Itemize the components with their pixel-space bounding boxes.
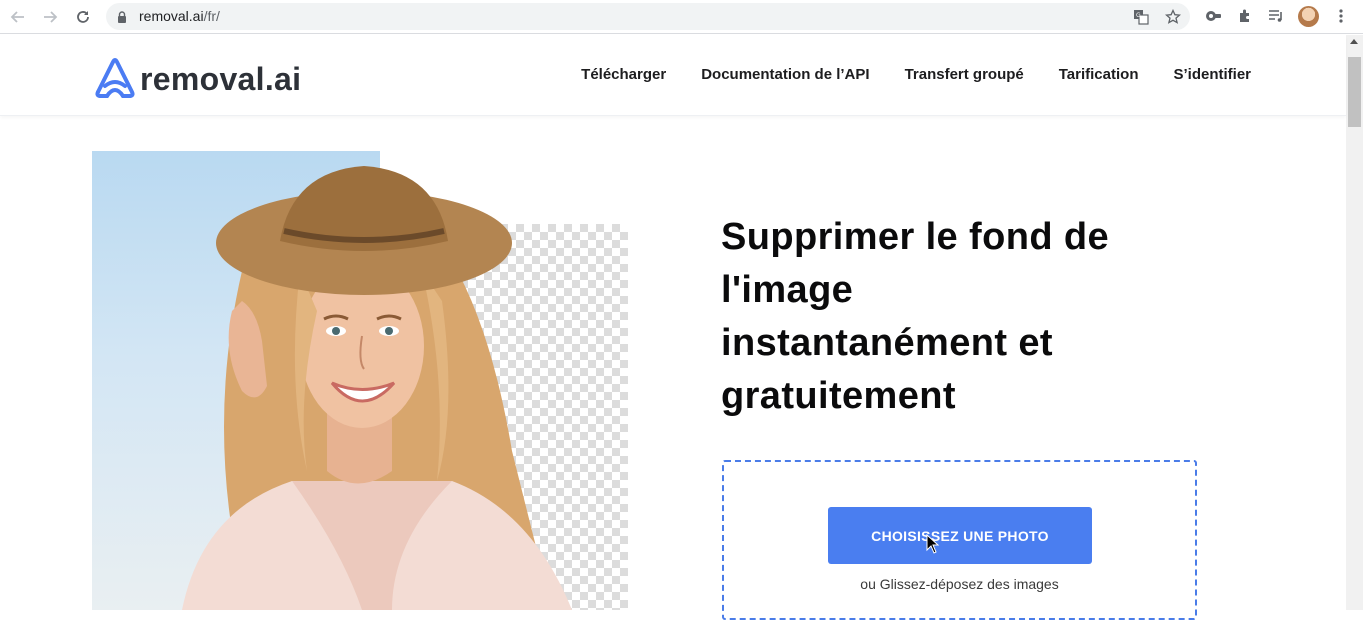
reload-icon[interactable] — [71, 5, 95, 29]
hero-title-line: gratuitement — [721, 375, 956, 417]
nav-link-pricing[interactable]: Tarification — [1059, 66, 1139, 83]
main-nav: Télécharger Documentation de l’API Trans… — [581, 66, 1251, 83]
hero-image — [92, 151, 628, 610]
site-header: removal.ai Télécharger Documentation de … — [0, 35, 1346, 116]
logo-text: removal.ai — [140, 61, 302, 97]
hero-title-line: l'image — [721, 269, 854, 311]
scroll-up-arrow-icon[interactable] — [1350, 39, 1358, 44]
star-icon[interactable] — [1164, 8, 1182, 26]
hero-title: Supprimer le fond de l'image instantaném… — [721, 211, 1191, 423]
nav-link-api-docs[interactable]: Documentation de l’API — [701, 66, 869, 83]
lock-icon — [117, 10, 127, 28]
nav-link-login[interactable]: S’identifier — [1173, 66, 1251, 83]
scrollbar-thumb[interactable] — [1348, 57, 1361, 127]
choose-photo-button[interactable]: CHOISISSEZ UNE PHOTO — [828, 507, 1092, 564]
mouse-pointer-icon — [926, 534, 940, 554]
kebab-menu-icon[interactable] — [1331, 6, 1351, 26]
extension-icon[interactable] — [1203, 6, 1223, 26]
svg-text:G: G — [1136, 12, 1141, 19]
upload-dropzone[interactable]: CHOISISSEZ UNE PHOTO ou Glissez-déposez … — [722, 460, 1197, 620]
page-scrollbar[interactable] — [1346, 35, 1363, 610]
address-bar[interactable]: removal.ai/fr/ G — [106, 3, 1190, 30]
nav-link-bulk-upload[interactable]: Transfert groupé — [905, 66, 1024, 83]
hero-title-line: Supprimer le fond de — [721, 216, 1110, 258]
logo[interactable]: removal.ai — [92, 55, 301, 98]
removal-logo-icon — [95, 57, 135, 98]
drag-drop-hint: ou Glissez-déposez des images — [860, 576, 1059, 592]
profile-avatar[interactable] — [1298, 6, 1319, 27]
back-arrow-icon[interactable] — [6, 5, 30, 29]
browser-toolbar: removal.ai/fr/ G — [0, 0, 1363, 34]
translate-icon[interactable]: G — [1132, 8, 1150, 26]
hero-title-line: instantanément et — [721, 322, 1053, 364]
nav-link-upload[interactable]: Télécharger — [581, 66, 666, 83]
puzzle-icon[interactable] — [1235, 6, 1255, 26]
url-text: removal.ai/fr/ — [139, 8, 220, 24]
media-icon[interactable] — [1266, 6, 1286, 26]
forward-arrow-icon[interactable] — [38, 5, 62, 29]
woman-with-hat-illustration — [182, 166, 572, 610]
